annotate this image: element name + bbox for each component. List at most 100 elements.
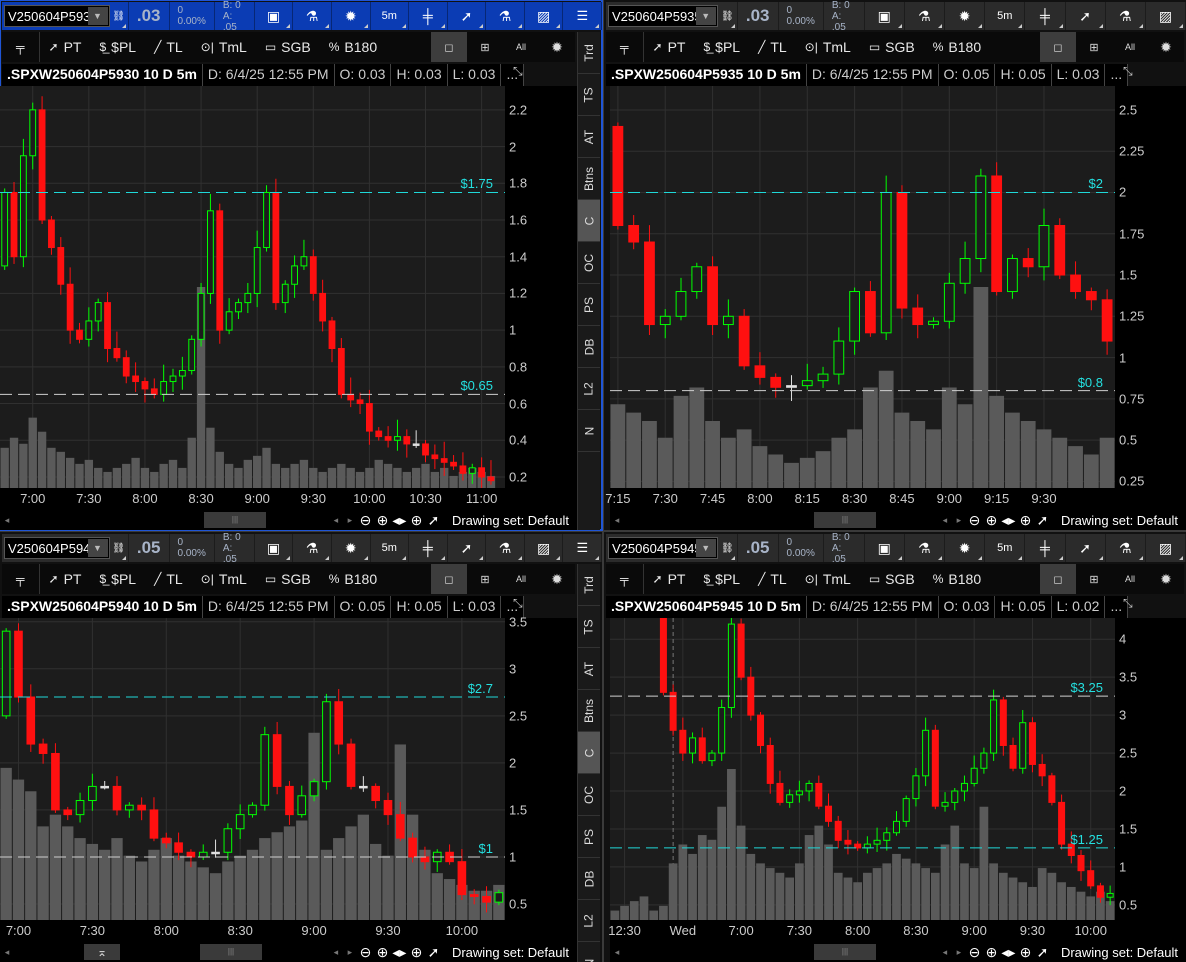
price-level-label[interactable]: $2.7: [468, 681, 493, 696]
menu-button[interactable]: ☰: [563, 2, 602, 30]
flask-button[interactable]: ⚗: [905, 534, 946, 562]
drawing-tool-pt[interactable]: ➚ PT: [40, 564, 91, 594]
price-level-label[interactable]: $1: [479, 841, 493, 856]
side-tab-at[interactable]: AT: [578, 116, 600, 158]
expand-panel-button[interactable]: ⌅: [84, 944, 120, 960]
side-tab-l2[interactable]: L2: [578, 900, 600, 942]
time-axis[interactable]: 7:15 7:30 7:45 8:00 8:15 8:30 8:45 9:00 9:15 9:30: [605, 488, 1115, 510]
side-tab-l2[interactable]: L2: [578, 368, 600, 410]
scroll-next-button[interactable]: ▸: [952, 515, 966, 526]
symbol-dropdown-button[interactable]: ▼: [695, 539, 716, 557]
drawing-set-selector[interactable]: Drawing set: Default: [1061, 945, 1178, 960]
price-plot[interactable]: $3.25 $1.25: [610, 618, 1115, 920]
grid-layout-button[interactable]: ⊞: [1076, 32, 1112, 62]
drawing-tool-b180[interactable]: % B180: [924, 32, 990, 62]
scroll-thumb[interactable]: |||: [204, 512, 266, 528]
single-layout-button[interactable]: ◻: [431, 32, 467, 62]
cursor-button[interactable]: ➚: [448, 534, 487, 562]
drawing-tool-sgb[interactable]: ▭ SGB: [860, 564, 924, 594]
side-tab-ts[interactable]: TS: [578, 74, 600, 116]
drawing-set-selector[interactable]: Drawing set: Default: [452, 945, 569, 960]
candles-button[interactable]: ╪: [409, 534, 448, 562]
price-level-label[interactable]: $0.65: [460, 378, 493, 393]
settings-button[interactable]: ✹: [1148, 564, 1184, 594]
scroll-thumb[interactable]: |||: [200, 944, 262, 960]
study-flask-button[interactable]: ⚗: [1106, 534, 1146, 562]
drawing-tool-tl[interactable]: ╱ TL: [145, 564, 192, 594]
side-tab-oc[interactable]: OC: [578, 242, 600, 284]
all-button[interactable]: All: [503, 564, 539, 594]
drawing-tool-pl[interactable]: $̲ $PL: [694, 32, 749, 62]
side-tab-ps[interactable]: PS: [578, 816, 600, 858]
pointer-button[interactable]: ➚: [425, 512, 442, 529]
zoom-in-button[interactable]: ⊕: [374, 944, 391, 961]
zoom-in-button[interactable]: ⊕: [983, 512, 1000, 529]
interval-button[interactable]: 5m: [371, 534, 410, 562]
pin-button[interactable]: ╤: [2, 564, 40, 594]
side-tab-c[interactable]: C: [578, 200, 600, 242]
zoom-out-button[interactable]: ⊖: [966, 512, 983, 529]
flask-button[interactable]: ⚗: [293, 534, 332, 562]
side-tab-oc[interactable]: OC: [578, 774, 600, 816]
drawing-tool-tl[interactable]: ╱ TL: [749, 32, 796, 62]
collapse-header-button[interactable]: ⤡: [513, 64, 523, 79]
pin-button[interactable]: ╤: [606, 564, 644, 594]
side-tab-n[interactable]: N: [578, 410, 600, 452]
single-layout-button[interactable]: ◻: [431, 564, 467, 594]
all-button[interactable]: All: [1112, 564, 1148, 594]
side-tab-c[interactable]: C: [578, 732, 600, 774]
drawing-tool-pt[interactable]: ➚ PT: [40, 32, 91, 62]
single-layout-button[interactable]: ◻: [1040, 564, 1076, 594]
drawing-tool-tml[interactable]: ⊙| TmL: [192, 564, 256, 594]
price-level-label[interactable]: $1.25: [1070, 832, 1103, 847]
time-axis[interactable]: 12:30 Wed 7:00 7:30 8:00 8:30 9:00 9:30 10:00: [608, 920, 1115, 942]
cursor-button[interactable]: ➚: [1066, 534, 1106, 562]
side-tab-ps[interactable]: PS: [578, 284, 600, 326]
pointer-button[interactable]: ➚: [1034, 944, 1051, 961]
interval-button[interactable]: 5m: [371, 2, 410, 30]
scroll-next-button[interactable]: ▸: [343, 947, 357, 958]
zoom-out-button[interactable]: ⊖: [357, 512, 374, 529]
all-button[interactable]: All: [1112, 32, 1148, 62]
gear-button[interactable]: ✹: [332, 2, 371, 30]
side-tab-trd[interactable]: Trd: [578, 564, 600, 606]
drawing-set-selector[interactable]: Drawing set: Default: [452, 513, 569, 528]
drawing-tool-sgb[interactable]: ▭ SGB: [256, 32, 320, 62]
side-tab-trd[interactable]: Trd: [578, 32, 600, 74]
drawing-tool-b180[interactable]: % B180: [320, 32, 386, 62]
alert-button[interactable]: ▣: [255, 534, 294, 562]
link-button[interactable]: ⛓: [110, 2, 129, 30]
scroll-prev-button[interactable]: ◂: [938, 947, 952, 958]
zoom-out-button[interactable]: ⊖: [966, 944, 983, 961]
price-axis[interactable]: 2.5 2.25 2 1.75 1.5 1.25 1 0.75 0.5 0.25: [1115, 86, 1175, 489]
price-plot[interactable]: $2 $0.8: [610, 86, 1115, 488]
drawing-tool-pl[interactable]: $̲ $PL: [90, 564, 145, 594]
candles-button[interactable]: ╪: [1025, 2, 1066, 30]
symbol-dropdown-button[interactable]: ▼: [87, 7, 108, 25]
scroll-thumb[interactable]: |||: [814, 512, 876, 528]
scroll-next-button[interactable]: ▸: [952, 947, 966, 958]
chart-style-button[interactable]: ▨: [1146, 534, 1186, 562]
collapse-header-button[interactable]: ⤡: [513, 596, 523, 611]
settings-button[interactable]: ✹: [539, 32, 575, 62]
all-button[interactable]: All: [503, 32, 539, 62]
single-layout-button[interactable]: ◻: [1040, 32, 1076, 62]
fit-button[interactable]: ◂▸: [391, 944, 408, 961]
price-axis[interactable]: 3.5 3 2.5 2 1.5 1 0.5: [505, 614, 565, 920]
drawing-tool-b180[interactable]: % B180: [320, 564, 386, 594]
drawing-tool-pl[interactable]: $̲ $PL: [90, 32, 145, 62]
price-level-label[interactable]: $0.8: [1078, 375, 1103, 390]
cursor-button[interactable]: ➚: [1066, 2, 1106, 30]
gear-button[interactable]: ✹: [945, 2, 986, 30]
symbol-dropdown-button[interactable]: ▼: [87, 539, 108, 557]
price-level-label[interactable]: $1.75: [460, 176, 493, 191]
side-tab-btns[interactable]: Btns: [578, 158, 600, 200]
link-button[interactable]: ⛓: [718, 2, 738, 30]
scroll-left-button[interactable]: ◂: [0, 515, 14, 526]
fit-button[interactable]: ◂▸: [391, 512, 408, 529]
symbol-input[interactable]: V250604P5930 ▼: [4, 5, 110, 27]
study-flask-button[interactable]: ⚗: [486, 2, 525, 30]
study-flask-button[interactable]: ⚗: [1106, 2, 1146, 30]
side-tab-at[interactable]: AT: [578, 648, 600, 690]
fit-button[interactable]: ◂▸: [1000, 512, 1017, 529]
